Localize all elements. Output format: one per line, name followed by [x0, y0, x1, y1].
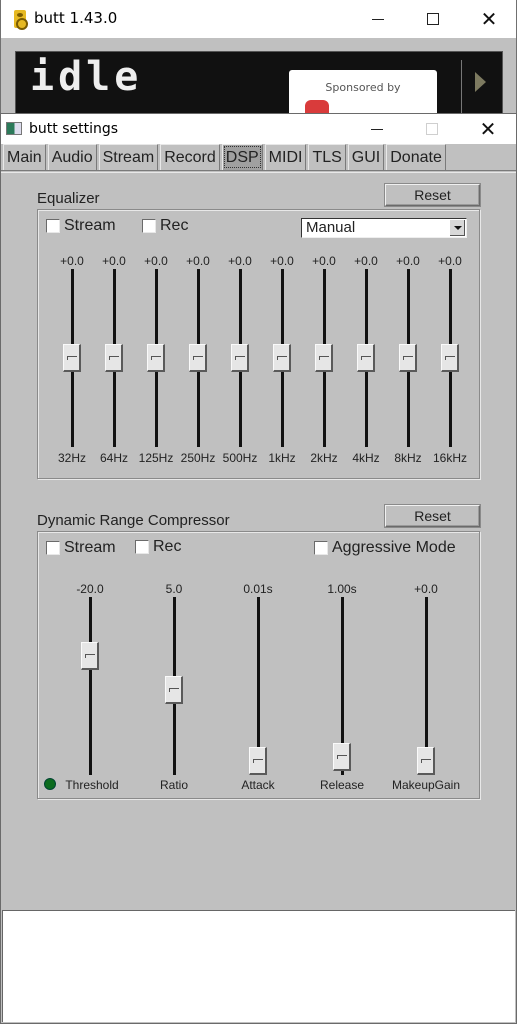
minimize-icon: [371, 128, 383, 130]
eq-band-value: +0.0: [312, 254, 336, 268]
equalizer-rec-checkbox[interactable]: Rec: [142, 217, 188, 235]
close-button[interactable]: ✕: [466, 0, 512, 38]
eq-band-thumb[interactable]: [189, 344, 207, 372]
tab-tls[interactable]: TLS: [308, 144, 346, 170]
preset-value: Manual: [306, 219, 356, 236]
settings-minimize-button[interactable]: [354, 114, 400, 144]
maximize-icon: [426, 123, 438, 135]
compressor-thumb[interactable]: [249, 747, 267, 775]
checkbox-label: Stream: [64, 217, 116, 234]
main-window-title: butt 1.43.0: [34, 9, 118, 27]
checkbox-box[interactable]: [314, 541, 328, 555]
compressor-label-release: Release: [319, 778, 365, 792]
checkbox-label: Rec: [160, 217, 189, 234]
eq-band-thumb[interactable]: [147, 344, 165, 372]
checkbox-label: Rec: [153, 538, 182, 555]
settings-close-button[interactable]: ✕: [465, 114, 511, 144]
compressor-rec-checkbox[interactable]: Rec: [135, 538, 181, 556]
sponsor-label: Sponsored by: [325, 81, 401, 94]
tab-stream[interactable]: Stream: [98, 144, 159, 170]
eq-band-value: +0.0: [438, 254, 462, 268]
lcd-divider: [461, 60, 462, 120]
eq-band-thumb[interactable]: [231, 344, 249, 372]
tab-audio[interactable]: Audio: [47, 144, 97, 170]
settings-window-title: butt settings: [29, 121, 119, 137]
eq-band-value: +0.0: [186, 254, 210, 268]
compressor-label-threshold: Threshold: [65, 778, 119, 792]
eq-band-value: +0.0: [60, 254, 84, 268]
main-titlebar: butt 1.43.0 ✕: [1, 0, 516, 38]
checkbox-box[interactable]: [46, 219, 60, 233]
eq-band-value: +0.0: [102, 254, 126, 268]
settings-titlebar: butt settings ✕: [1, 114, 516, 144]
eq-band-thumb[interactable]: [441, 344, 459, 372]
compressor-reset-button[interactable]: Reset: [385, 505, 480, 527]
compressor-label-attack: Attack: [241, 778, 275, 792]
checkbox-box[interactable]: [135, 540, 149, 554]
tab-gui[interactable]: GUI: [347, 144, 385, 170]
compressor-value: 1.00s: [327, 582, 357, 596]
tab-midi[interactable]: MIDI: [264, 144, 307, 170]
eq-band-thumb[interactable]: [105, 344, 123, 372]
tab-divider: [1, 170, 516, 173]
compressor-label: Dynamic Range Compressor: [37, 512, 230, 529]
eq-band-value: +0.0: [354, 254, 378, 268]
eq-band-value: +0.0: [396, 254, 420, 268]
eq-band-value: +0.0: [228, 254, 252, 268]
compressor-track[interactable]: [89, 597, 92, 775]
eq-band-value: +0.0: [144, 254, 168, 268]
checkbox-label: Aggressive Mode: [332, 539, 456, 556]
tab-donate[interactable]: Donate: [386, 144, 446, 170]
chevron-down-icon[interactable]: [450, 220, 465, 236]
compressor-value: +0.0: [414, 582, 438, 596]
compressor-thumb[interactable]: [165, 675, 183, 704]
eq-band-thumb[interactable]: [315, 344, 333, 372]
aggressive-mode-checkbox[interactable]: Aggressive Mode: [314, 539, 456, 557]
compressor-stream-checkbox[interactable]: Stream: [46, 539, 116, 557]
equalizer-preset-dropdown[interactable]: Manual: [301, 218, 467, 238]
compressor-thumb[interactable]: [333, 743, 351, 772]
eq-band-thumb[interactable]: [399, 344, 417, 372]
checkbox-label: Stream: [64, 539, 116, 556]
compressor-label-ratio: Ratio: [159, 778, 188, 792]
compressor-label-makeupgain: MakeupGain: [391, 778, 461, 792]
checkbox-box[interactable]: [142, 219, 156, 233]
speaker-icon: [14, 10, 28, 30]
status-text: idle: [30, 54, 143, 100]
eq-band-label: 16kHz: [432, 451, 467, 465]
minimize-button[interactable]: [355, 0, 401, 38]
compressor-value: -20.0: [76, 582, 104, 596]
compressor-thumb[interactable]: [417, 747, 435, 775]
compressor-value: 0.01s: [243, 582, 273, 596]
maximize-button[interactable]: [410, 0, 456, 38]
close-icon: ✕: [480, 7, 498, 31]
eq-band-value: +0.0: [270, 254, 294, 268]
compressor-thumb[interactable]: [81, 641, 99, 670]
equalizer-stream-checkbox[interactable]: Stream: [46, 217, 116, 235]
eq-band-thumb[interactable]: [63, 344, 81, 372]
compressor-value: 5.0: [165, 582, 183, 596]
tab-dsp[interactable]: DSP: [221, 144, 263, 170]
tab-main[interactable]: Main: [3, 144, 46, 170]
settings-window-icon: [6, 122, 22, 135]
tab-record[interactable]: Record: [160, 144, 220, 170]
log-panel: [2, 910, 515, 1022]
checkbox-box[interactable]: [46, 541, 60, 555]
settings-maximize-button: [409, 114, 455, 144]
close-icon: ✕: [479, 117, 497, 141]
equalizer-reset-button[interactable]: Reset: [385, 184, 480, 206]
maximize-icon: [427, 13, 439, 25]
eq-band-thumb[interactable]: [273, 344, 291, 372]
equalizer-label: Equalizer: [37, 190, 100, 207]
compressor-active-led: [44, 778, 56, 790]
lcd-display: idle Sponsored by: [15, 51, 503, 121]
eq-band-thumb[interactable]: [357, 344, 375, 372]
minimize-icon: [372, 18, 384, 20]
main-window: butt 1.43.0 ✕ idle Sponsored by: [0, 0, 517, 121]
play-icon[interactable]: [475, 72, 486, 92]
tab-bar: Main Audio Stream Record DSP MIDI TLS GU…: [3, 144, 448, 170]
